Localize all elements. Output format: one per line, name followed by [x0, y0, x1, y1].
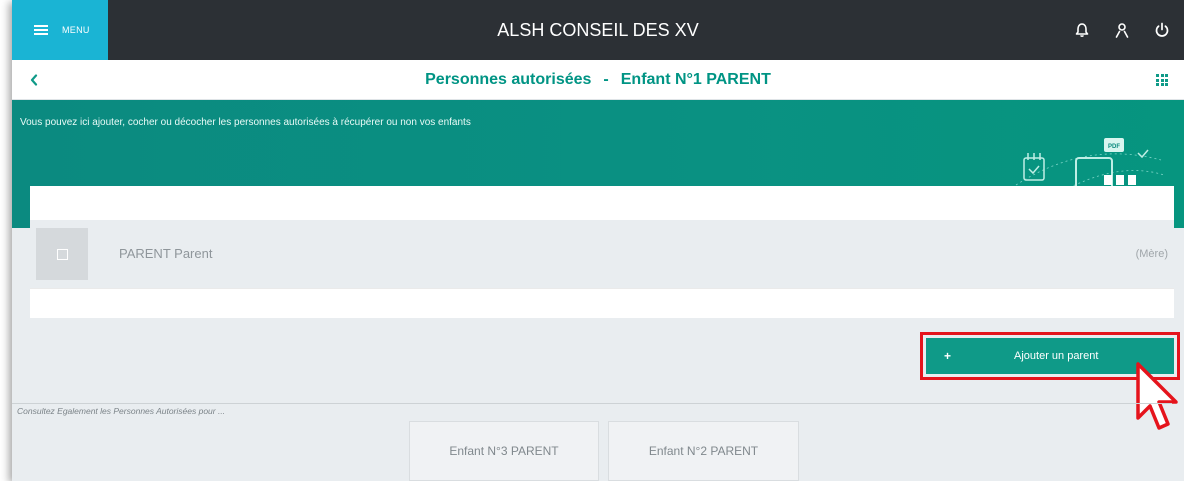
section-divider: [12, 403, 1172, 404]
app-window: MENU ALSH CONSEIL DES XV Personnes autor…: [12, 0, 1184, 481]
banner-text: Vous pouvez ici ajouter, cocher ou décoc…: [20, 117, 471, 128]
plus-icon: +: [944, 349, 952, 363]
page-title-child: Enfant N°1 PARENT: [620, 71, 771, 88]
bell-icon[interactable]: [1074, 22, 1090, 38]
page-title-separator: -: [603, 71, 609, 88]
page-title: Personnes autorisées - Enfant N°1 PARENT: [12, 60, 1184, 100]
list-footer-strip: [30, 288, 1174, 318]
consult-label: Consultez Egalement les Personnes Autori…: [17, 406, 226, 416]
chevron-left-icon: [30, 74, 38, 86]
checkbox-square-icon: [56, 248, 68, 260]
apps-grid-icon[interactable]: [1156, 74, 1168, 86]
person-name: PARENT Parent: [119, 246, 213, 261]
page-header: Personnes autorisées - Enfant N°1 PARENT: [12, 60, 1184, 100]
page-title-main: Personnes autorisées: [425, 71, 592, 88]
user-icon[interactable]: [1114, 22, 1130, 38]
person-row: PARENT Parent (Mère): [30, 220, 1174, 288]
power-icon[interactable]: [1154, 22, 1170, 38]
top-bar: MENU ALSH CONSEIL DES XV: [12, 0, 1184, 60]
pointer-cursor-icon: [1136, 362, 1178, 430]
add-parent-label: Ajouter un parent: [1014, 350, 1099, 362]
hamburger-icon: [34, 25, 48, 35]
app-title: ALSH CONSEIL DES XV: [497, 20, 699, 40]
child-button-2[interactable]: Enfant N°2 PARENT: [608, 421, 799, 481]
person-relation: (Mère): [1135, 248, 1168, 260]
list-header-strip: [30, 186, 1174, 220]
person-checkbox[interactable]: [36, 228, 88, 280]
top-icons: [1074, 0, 1170, 60]
banner-pdf-label: PDF: [1108, 144, 1120, 150]
menu-button[interactable]: MENU: [12, 0, 108, 60]
back-button[interactable]: [30, 60, 38, 100]
menu-label: MENU: [62, 25, 90, 35]
child-button-3[interactable]: Enfant N°3 PARENT: [409, 421, 599, 481]
